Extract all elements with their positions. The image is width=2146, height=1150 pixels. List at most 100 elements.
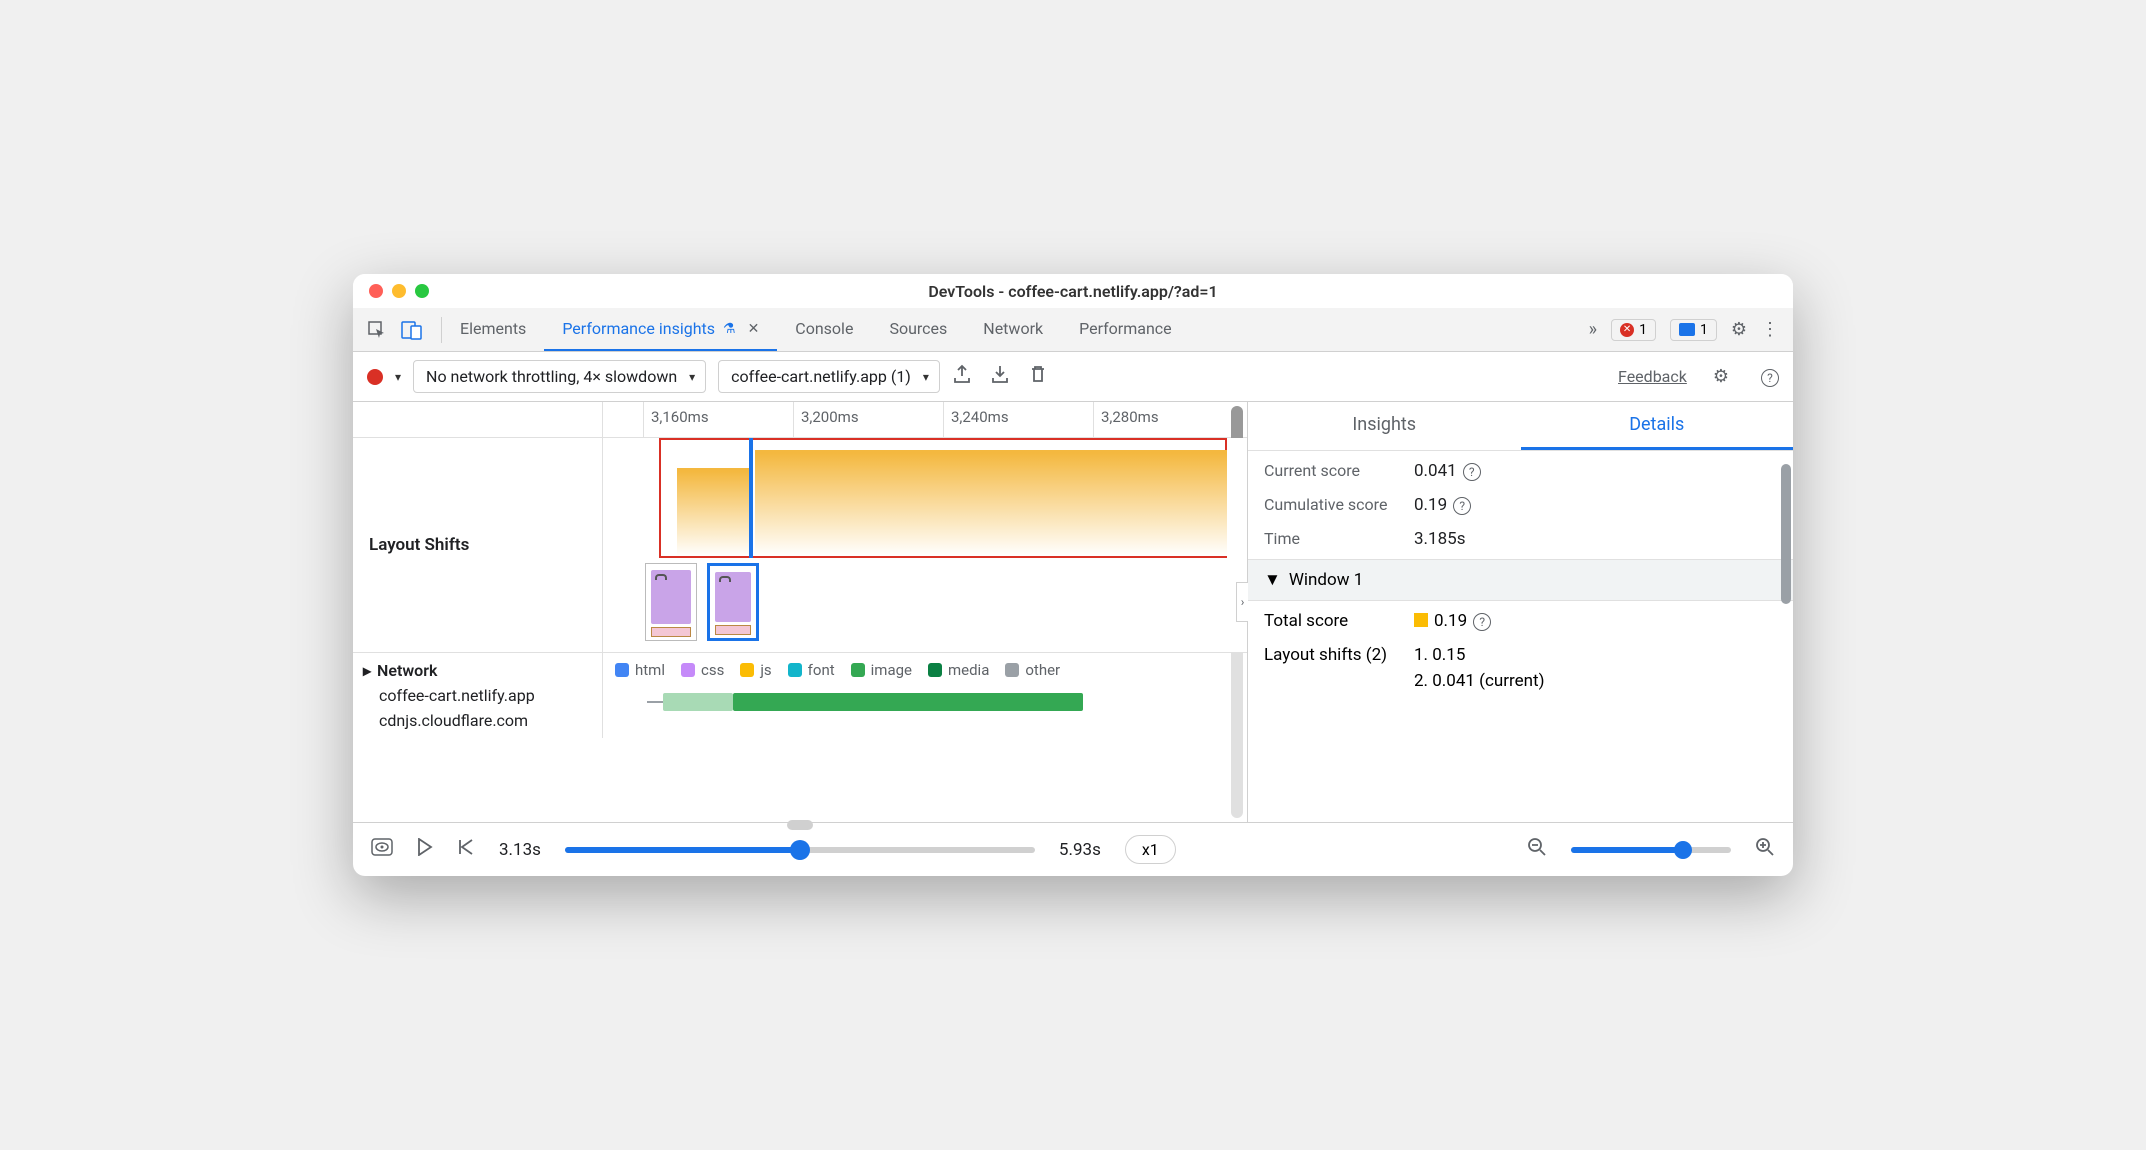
time-label: Time	[1264, 529, 1394, 548]
settings-gear-icon[interactable]: ⚙	[1731, 319, 1747, 340]
network-bar-light[interactable]	[663, 693, 733, 711]
flask-icon: ⚗	[723, 321, 736, 337]
shift-item[interactable]: 1. 0.15	[1414, 645, 1777, 665]
main-content: 3,160ms 3,200ms 3,240ms 3,280ms Layout S…	[353, 402, 1793, 822]
titlebar: DevTools - coffee-cart.netlify.app/?ad=1	[353, 274, 1793, 308]
shift-region-2[interactable]	[755, 450, 1227, 556]
network-host[interactable]: coffee-cart.netlify.app	[363, 686, 592, 705]
shift-region-1[interactable]	[677, 468, 751, 556]
device-toggle-icon[interactable]	[401, 320, 423, 340]
help-icon[interactable]: ?	[1453, 497, 1471, 515]
recording-select[interactable]: coffee-cart.netlify.app (1)	[718, 360, 940, 393]
expand-triangle-icon: ▸	[363, 661, 371, 680]
messages-badge[interactable]: 1	[1670, 319, 1717, 341]
layout-shifts-list: 1. 0.15 2. 0.041 (current)	[1414, 645, 1777, 691]
screenshot-thumb-active[interactable]	[707, 563, 759, 641]
playhead[interactable]	[749, 438, 753, 558]
panel-settings-icon[interactable]: ⚙	[1713, 366, 1729, 387]
zoom-slider[interactable]	[1571, 847, 1731, 853]
window-title: DevTools - coffee-cart.netlify.app/?ad=1	[353, 282, 1793, 301]
tab-console[interactable]: Console	[777, 308, 871, 351]
playback-speed[interactable]: x1	[1125, 835, 1176, 864]
playback-footer: 3.13s 5.93s x1	[353, 822, 1793, 876]
tab-details[interactable]: Details	[1521, 402, 1794, 450]
tab-performance-insights[interactable]: Performance insights ⚗ ✕	[544, 308, 777, 351]
tab-label: Performance	[1079, 319, 1172, 338]
details-scrollbar[interactable]	[1781, 464, 1791, 604]
tab-label: Performance insights	[562, 319, 715, 338]
panel-help-icon[interactable]: ?	[1755, 366, 1779, 387]
collapse-triangle-icon: ▼	[1264, 570, 1281, 590]
tab-elements[interactable]: Elements	[442, 308, 544, 351]
ruler-tick: 3,160ms	[651, 408, 709, 426]
zoom-in-icon[interactable]	[1755, 837, 1775, 862]
legend-other: other	[1005, 661, 1060, 679]
kebab-menu-icon[interactable]: ⋮	[1761, 319, 1779, 340]
feedback-link[interactable]: Feedback	[1618, 367, 1687, 386]
network-row: ▸ Network coffee-cart.netlify.app cdnjs.…	[353, 653, 1247, 738]
legend-css: css	[681, 661, 724, 679]
tab-label: Network	[983, 319, 1043, 338]
export-icon[interactable]	[952, 364, 972, 389]
devtools-window: DevTools - coffee-cart.netlify.app/?ad=1…	[353, 274, 1793, 876]
throttling-select[interactable]: No network throttling, 4× slowdown	[413, 360, 706, 393]
network-label[interactable]: ▸ Network	[363, 661, 592, 680]
network-host[interactable]: cdnjs.cloudflare.com	[363, 711, 592, 730]
ruler-tick: 3,200ms	[801, 408, 859, 426]
more-tabs-icon[interactable]: »	[1589, 319, 1597, 340]
close-tab-icon[interactable]: ✕	[748, 321, 760, 337]
tab-sources[interactable]: Sources	[871, 308, 965, 351]
end-time: 5.93s	[1059, 840, 1101, 860]
error-dot-icon: ✕	[1620, 323, 1634, 337]
preview-toggle-icon[interactable]	[371, 838, 393, 861]
network-bar-tail	[647, 701, 663, 703]
help-icon[interactable]: ?	[1473, 613, 1491, 631]
legend-media: media	[928, 661, 989, 679]
screenshot-thumb[interactable]	[645, 563, 697, 641]
layout-shifts-body[interactable]	[603, 438, 1247, 652]
time-value: 3.185s	[1414, 529, 1777, 549]
network-bar[interactable]	[733, 693, 1083, 711]
layout-shifts-row: Layout Shifts	[353, 438, 1247, 653]
collapse-panel-icon[interactable]: ›	[1236, 582, 1248, 622]
messages-count: 1	[1700, 322, 1708, 338]
score-color-icon	[1414, 613, 1428, 627]
legend-font: font	[788, 661, 835, 679]
skip-back-icon[interactable]	[457, 838, 475, 861]
messages-icon	[1679, 323, 1695, 336]
legend-html: html	[615, 661, 665, 679]
time-slider[interactable]	[565, 847, 1035, 853]
tab-insights[interactable]: Insights	[1248, 402, 1521, 450]
delete-icon[interactable]	[1028, 364, 1048, 389]
network-legend: html css js font image media other	[615, 661, 1235, 679]
ruler-tick: 3,280ms	[1101, 408, 1159, 426]
resize-handle[interactable]	[787, 820, 813, 830]
insights-toolbar: ▾ No network throttling, 4× slowdown cof…	[353, 352, 1793, 402]
record-options-caret[interactable]: ▾	[395, 370, 401, 384]
inspect-element-icon[interactable]	[367, 320, 387, 340]
tab-label: Console	[795, 319, 853, 338]
record-button[interactable]	[367, 369, 383, 385]
details-panel: › Insights Details Current score 0.041? …	[1248, 402, 1793, 822]
total-score-value: 0.19?	[1414, 611, 1777, 631]
zoom-out-icon[interactable]	[1527, 837, 1547, 862]
errors-badge[interactable]: ✕ 1	[1611, 319, 1656, 341]
tab-label: Elements	[460, 319, 526, 338]
help-icon[interactable]: ?	[1463, 463, 1481, 481]
current-score-label: Current score	[1264, 461, 1394, 480]
ruler-tick: 3,240ms	[951, 408, 1009, 426]
window-section-header[interactable]: ▼ Window 1	[1248, 559, 1793, 601]
start-time: 3.13s	[499, 840, 541, 860]
play-icon[interactable]	[417, 838, 433, 861]
timeline-ruler[interactable]: 3,160ms 3,200ms 3,240ms 3,280ms	[353, 402, 1247, 438]
tab-network[interactable]: Network	[965, 308, 1061, 351]
tab-performance[interactable]: Performance	[1061, 308, 1190, 351]
throttling-value: No network throttling, 4× slowdown	[426, 367, 677, 386]
network-body: html css js font image media other	[603, 653, 1247, 738]
shift-item[interactable]: 2. 0.041 (current)	[1414, 671, 1777, 691]
legend-js: js	[740, 661, 771, 679]
timeline-panel: 3,160ms 3,200ms 3,240ms 3,280ms Layout S…	[353, 402, 1248, 822]
layout-shifts-count-label: Layout shifts (2)	[1264, 645, 1394, 691]
import-icon[interactable]	[990, 364, 1010, 389]
cumulative-score-value: 0.19?	[1414, 495, 1777, 515]
